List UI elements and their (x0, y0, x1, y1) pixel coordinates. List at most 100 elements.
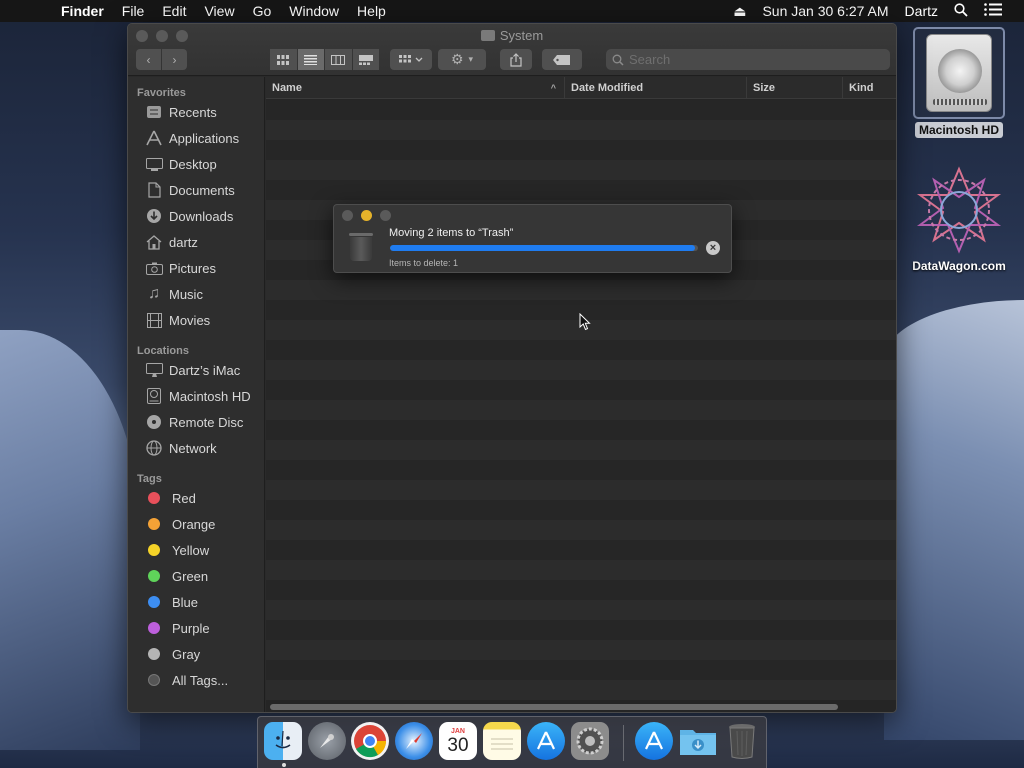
chevron-left-icon: ‹ (146, 52, 151, 67)
sidebar-item-pictures[interactable]: Pictures (128, 255, 264, 281)
spotlight-search-icon[interactable] (946, 2, 976, 20)
desktop-icon-macintosh-hd[interactable]: Macintosh HD (910, 27, 1008, 138)
column-header-label: Kind (849, 81, 874, 94)
forward-button[interactable]: › (162, 49, 187, 70)
safari-icon[interactable] (395, 722, 433, 760)
sidebar-item-music[interactable]: ♫ Music (128, 281, 264, 307)
action-menu-button[interactable]: ⚙ ▾ (438, 49, 486, 70)
app-store-folder-icon[interactable] (635, 722, 673, 760)
chevron-down-icon: ▾ (468, 54, 474, 64)
share-button[interactable] (500, 49, 532, 70)
column-header-kind[interactable]: Kind (843, 77, 896, 99)
column-header-label: Size (753, 81, 776, 94)
gear-icon: ⚙ (450, 51, 464, 67)
menu-go[interactable]: Go (244, 3, 281, 19)
file-operation-dialog: Moving 2 items to “Trash” Items to delet… (333, 204, 732, 273)
chrome-icon[interactable] (351, 722, 389, 760)
menu-bar: Finder File Edit View Go Window Help ⏏ S… (0, 0, 1024, 22)
tag-dot-icon (148, 596, 160, 608)
desktop-icon-label: DataWagon.com (912, 259, 1006, 273)
imac-icon (145, 362, 163, 378)
search-input[interactable] (629, 52, 869, 67)
column-header-row: Name ^ Date Modified Size Kind (266, 76, 896, 99)
sidebar-all-tags[interactable]: All Tags... (128, 667, 264, 693)
list-view-button[interactable] (297, 49, 324, 70)
sidebar-item-applications[interactable]: Applications (128, 125, 264, 151)
download-icon (145, 208, 163, 224)
icon-view-button[interactable] (270, 49, 297, 70)
calendar-icon[interactable]: JAN 30 (439, 722, 477, 760)
sidebar-item-downloads[interactable]: Downloads (128, 203, 264, 229)
sidebar-item-label: Green (172, 568, 209, 584)
finder-icon[interactable] (264, 722, 302, 760)
search-field[interactable] (606, 49, 890, 70)
launchpad-icon[interactable] (308, 722, 346, 760)
sidebar-item-imac[interactable]: Dartz’s iMac (128, 357, 264, 383)
menu-edit[interactable]: Edit (153, 3, 195, 19)
desktop-icon-datawagon[interactable]: DataWagon.com (900, 165, 1018, 273)
sidebar-item-movies[interactable]: Movies (128, 307, 264, 333)
sidebar-item-macintosh-hd[interactable]: Macintosh HD (128, 383, 264, 409)
globe-icon (145, 440, 163, 456)
sidebar-item-label: dartz (169, 234, 198, 250)
sidebar-item-remote-disc[interactable]: Remote Disc (128, 409, 264, 435)
sidebar-tag-yellow[interactable]: Yellow (128, 537, 264, 563)
tag-dot-icon (148, 622, 160, 634)
menu-clock[interactable]: Sun Jan 30 6:27 AM (754, 3, 896, 19)
sidebar-item-label: Network (169, 440, 217, 456)
cancel-operation-button[interactable]: × (706, 241, 720, 255)
menu-user[interactable]: Dartz (897, 3, 946, 19)
eject-icon[interactable]: ⏏ (725, 3, 754, 20)
group-by-button[interactable] (390, 49, 432, 70)
sidebar-item-recents[interactable]: Recents (128, 99, 264, 125)
column-header-date-modified[interactable]: Date Modified (565, 76, 747, 99)
menu-window[interactable]: Window (280, 3, 348, 19)
notification-center-icon[interactable] (976, 3, 1010, 19)
gallery-view-button[interactable] (352, 49, 379, 70)
sidebar-heading-favorites: Favorites (137, 87, 186, 99)
sidebar-tag-red[interactable]: Red (128, 485, 264, 511)
progress-bar (390, 245, 698, 251)
column-view-button[interactable] (325, 49, 352, 70)
progress-bar-fill (390, 245, 695, 251)
sidebar-item-desktop[interactable]: Desktop (128, 151, 264, 177)
sidebar-item-label: Purple (172, 620, 210, 636)
wallpaper-dune-right (884, 300, 1024, 740)
notes-icon[interactable] (483, 722, 521, 760)
tag-dot-icon (148, 570, 160, 582)
tag-icon (553, 54, 570, 65)
trash-icon[interactable] (723, 722, 761, 760)
sidebar-tag-orange[interactable]: Orange (128, 511, 264, 537)
window-titlebar[interactable]: System ‹ › ⚙ ▾ Search (128, 24, 896, 76)
trash-icon (349, 233, 373, 261)
downloads-folder-icon[interactable] (679, 722, 717, 760)
hard-drive-icon (926, 34, 992, 112)
menu-file[interactable]: File (113, 3, 154, 19)
sidebar-item-label: Music (169, 286, 203, 302)
horizontal-scrollbar[interactable] (270, 704, 838, 710)
column-header-name[interactable]: Name ^ (266, 76, 565, 99)
sidebar-tag-green[interactable]: Green (128, 563, 264, 589)
sidebar-item-home[interactable]: dartz (128, 229, 264, 255)
sidebar-heading-tags: Tags (137, 473, 162, 485)
sidebar-tag-gray[interactable]: Gray (128, 641, 264, 667)
column-header-size[interactable]: Size (747, 76, 843, 99)
file-rows-area[interactable] (266, 100, 896, 700)
menu-help[interactable]: Help (348, 3, 395, 19)
sidebar-item-documents[interactable]: Documents (128, 177, 264, 203)
sidebar-item-network[interactable]: Network (128, 435, 264, 461)
edit-tags-button[interactable] (542, 49, 582, 70)
dialog-title: Moving 2 items to “Trash” (389, 227, 514, 239)
app-store-icon[interactable] (527, 722, 565, 760)
zoom-button[interactable] (380, 210, 391, 221)
sidebar-tag-purple[interactable]: Purple (128, 615, 264, 641)
sidebar-item-label: Pictures (169, 260, 216, 276)
system-preferences-icon[interactable] (571, 722, 609, 760)
minimize-button[interactable] (361, 210, 372, 221)
menu-view[interactable]: View (195, 3, 243, 19)
close-button[interactable] (342, 210, 353, 221)
sidebar-tag-blue[interactable]: Blue (128, 589, 264, 615)
dock-separator (623, 725, 624, 761)
menu-app-name[interactable]: Finder (52, 3, 113, 19)
back-button[interactable]: ‹ (136, 49, 161, 70)
